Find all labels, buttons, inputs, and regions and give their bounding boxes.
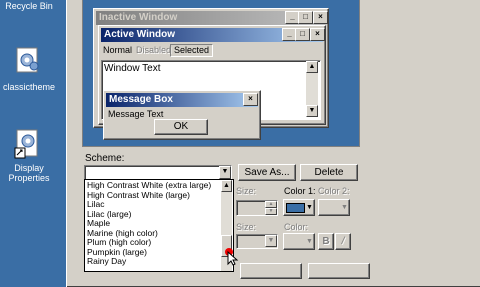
bold-button: B — [318, 233, 334, 250]
classictheme-label[interactable]: classictheme — [2, 82, 56, 92]
maximize-button[interactable]: □ — [295, 28, 310, 41]
color2-label: Color 2: — [318, 186, 350, 196]
effects-button[interactable] — [240, 263, 302, 279]
spin-up-icon: ▲ — [265, 201, 277, 208]
color2-picker: ▼ — [318, 199, 350, 216]
scroll-up-arrow-icon[interactable]: ▲ — [306, 61, 318, 73]
item-size-spinner: ▲ ▼ — [236, 200, 278, 216]
scheme-options: High Contrast White (extra large) High Co… — [85, 180, 221, 267]
message-text: Message Text — [108, 109, 164, 119]
chevron-down-icon[interactable]: ▼ — [219, 166, 231, 179]
scheme-dropdown-list: High Contrast White (extra large) High Co… — [84, 179, 234, 272]
font-size-label: Size: — [236, 222, 257, 232]
display-properties-icon[interactable] — [14, 128, 42, 160]
message-box-titlebar: Message Box — [106, 93, 258, 107]
font-size-dropdown: ▼ — [236, 234, 278, 249]
spin-down-icon: ▼ — [265, 208, 277, 215]
item-size-label: Size: — [236, 186, 257, 196]
message-box-title: Message Box — [109, 94, 173, 105]
scroll-down-arrow-icon[interactable]: ▼ — [306, 105, 318, 117]
chevron-down-icon: ▼ — [306, 238, 313, 245]
italic-button: / — [335, 233, 351, 250]
recycle-bin-label[interactable]: Recycle Bin — [3, 1, 55, 11]
display-properties-label[interactable]: Display Properties — [2, 163, 56, 183]
close-button[interactable]: × — [313, 11, 328, 24]
preview-scrollbar[interactable]: ▲ ▼ — [306, 61, 318, 117]
scheme-dropdown[interactable]: ▼ — [84, 165, 232, 180]
scheme-option[interactable]: Rainy Day — [85, 256, 221, 267]
delete-button[interactable]: Delete — [300, 164, 358, 181]
advanced-button[interactable] — [308, 263, 370, 279]
scheme-label: Scheme: — [85, 153, 125, 164]
maximize-button[interactable]: □ — [298, 11, 313, 24]
message-box: Message Box × Message Text OK — [103, 90, 261, 140]
window-text: Window Text — [104, 63, 161, 74]
scheme-option[interactable]: High Contrast White (large) — [85, 190, 221, 201]
close-button[interactable]: × — [310, 28, 325, 41]
font-color-picker: ▼ — [283, 233, 315, 250]
menu-disabled: Disabled — [136, 45, 172, 55]
color1-picker[interactable]: ▼ — [283, 199, 315, 216]
chevron-down-icon: ▼ — [265, 235, 277, 247]
active-window-title: Active Window — [104, 29, 176, 40]
chevron-down-icon: ▼ — [306, 204, 313, 211]
menu-bar: Normal Disabled Selected — [101, 44, 321, 57]
chevron-down-icon: ▼ — [341, 204, 348, 211]
color1-label: Color 1: — [284, 186, 316, 196]
scroll-up-arrow-icon[interactable]: ▲ — [221, 180, 232, 192]
inactive-window-title: Inactive Window — [99, 12, 178, 23]
menu-selected[interactable]: Selected — [170, 44, 214, 57]
close-button[interactable]: × — [243, 93, 258, 106]
color1-swatch — [286, 203, 305, 213]
preview-area: Inactive Window _ □ × Active Window _ □ … — [82, 0, 360, 147]
mouse-pointer-icon — [224, 246, 240, 266]
save-as-button[interactable]: Save As... — [238, 164, 296, 181]
menu-normal[interactable]: Normal — [103, 44, 132, 57]
font-color-label: Color: — [284, 222, 309, 232]
ok-button[interactable]: OK — [154, 119, 208, 135]
classictheme-icon[interactable] — [14, 46, 42, 74]
